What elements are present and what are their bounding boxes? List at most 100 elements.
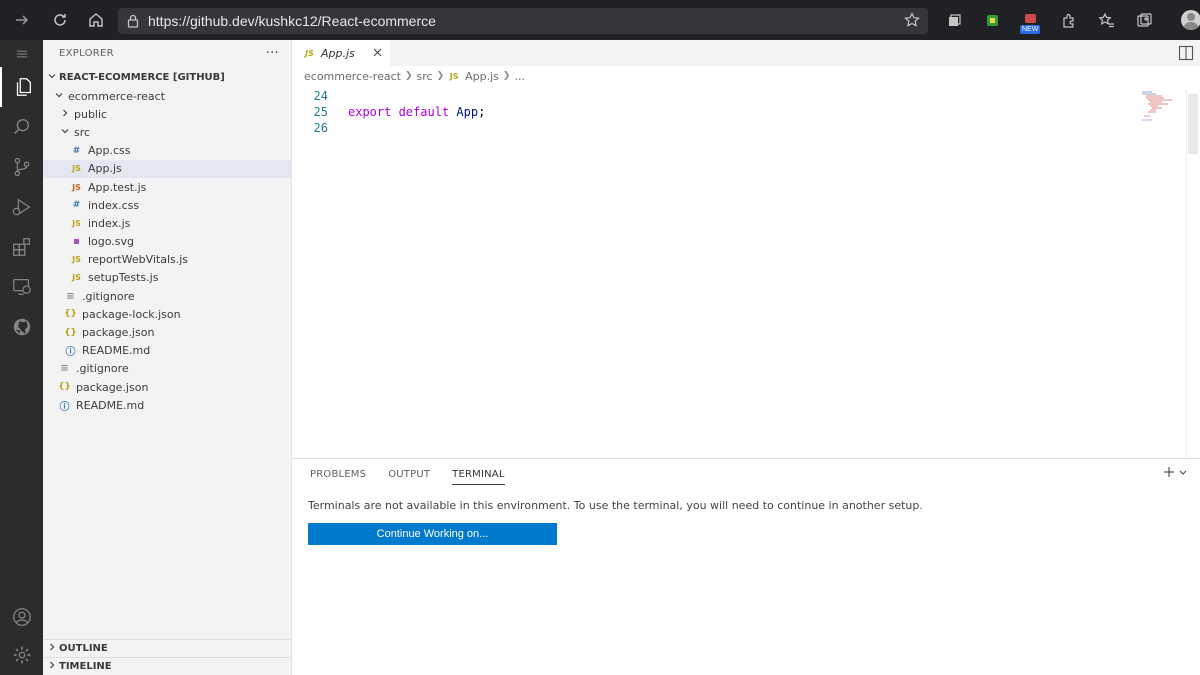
source-control-icon[interactable] [0, 147, 43, 187]
tree-folder[interactable]: src [43, 123, 291, 141]
tree-file[interactable]: {} package.json [43, 323, 291, 341]
more-actions-icon[interactable]: ··· [266, 46, 279, 61]
chevron-down-icon [59, 126, 71, 139]
tree-item-label: ecommerce-react [68, 89, 165, 103]
close-icon[interactable] [373, 46, 382, 60]
tree-item-label: setupTests.js [88, 271, 159, 285]
chevron-down-icon[interactable] [1178, 465, 1188, 483]
remote-explorer-icon[interactable] [0, 267, 43, 307]
info-file-icon: ⓘ [65, 347, 76, 359]
tree-file[interactable]: ≡ .gitignore [43, 360, 291, 378]
breadcrumb-symbols[interactable]: ... [514, 70, 525, 83]
tree-item-label: README.md [76, 398, 145, 412]
line-number: 24 [313, 89, 328, 103]
chevron-down-icon [47, 71, 59, 84]
github-icon[interactable] [0, 307, 43, 347]
collections-add-icon[interactable] [1125, 0, 1163, 40]
svg-file-icon: ▪ [73, 236, 80, 248]
tab-output[interactable]: OUTPUT [388, 469, 430, 480]
tree-file[interactable]: ▪ logo.svg [43, 233, 291, 251]
code-line: 25 export default App; [292, 104, 486, 120]
lock-icon[interactable] [118, 14, 148, 28]
breadcrumb-src[interactable]: src [417, 70, 433, 83]
tree-file[interactable]: # App.css [43, 142, 291, 160]
tree-file[interactable]: ⓘ README.md [43, 396, 291, 414]
tree-item-label: package-lock.json [82, 307, 181, 321]
git-file-icon: ≡ [60, 363, 69, 375]
jsred-file-icon: JS [72, 182, 81, 192]
tree-file[interactable]: JS setupTests.js [43, 269, 291, 287]
repo-section-header[interactable]: REACT-ECOMMERCE [GITHUB] [43, 67, 291, 87]
repo-name: REACT-ECOMMERCE [GITHUB] [59, 71, 225, 83]
tree-file[interactable]: {} package-lock.json [43, 305, 291, 323]
home-icon[interactable] [78, 4, 114, 36]
tree-folder[interactable]: public [43, 105, 291, 123]
new-badge: NEW [1020, 25, 1041, 34]
vertical-scrollbar[interactable] [1186, 90, 1200, 490]
breadcrumb-file[interactable]: App.js [465, 70, 499, 83]
address-bar[interactable]: https://github.dev/kushkc12/React-ecomme… [118, 8, 928, 34]
search-icon[interactable] [0, 107, 43, 147]
tree-file[interactable]: ⓘ README.md [43, 342, 291, 360]
code-line: 26 [292, 120, 348, 136]
extension-green-icon[interactable] [973, 0, 1011, 40]
tab-app-js[interactable]: JS App.js [292, 40, 390, 66]
refresh-icon[interactable] [42, 4, 78, 36]
extension-new-icon[interactable]: NEW [1011, 0, 1049, 40]
chevron-down-icon [53, 90, 65, 103]
tree-file[interactable]: {} package.json [43, 378, 291, 396]
tab-terminal[interactable]: TERMINAL [452, 469, 505, 485]
tree-item-label: index.js [88, 216, 131, 230]
continue-working-button[interactable]: Continue Working on... [308, 523, 557, 545]
minimap[interactable] [1138, 90, 1188, 130]
new-terminal-icon[interactable] [1162, 465, 1176, 483]
js-file-icon: JS [72, 164, 81, 174]
extensions-icon[interactable] [0, 227, 43, 267]
accounts-icon[interactable] [0, 597, 43, 637]
favorites-icon[interactable] [1087, 0, 1125, 40]
git-file-icon: ≡ [66, 290, 75, 302]
tab-label: App.js [321, 46, 355, 60]
chevron-right-icon: ❯ [436, 71, 445, 81]
tree-item-label: public [74, 107, 108, 121]
outline-label: OUTLINE [59, 643, 108, 654]
explorer-icon[interactable] [0, 67, 43, 107]
chevron-right-icon [59, 108, 71, 121]
menu-icon[interactable] [0, 40, 43, 68]
outline-section-header[interactable]: OUTLINE [43, 639, 292, 657]
breadcrumb-folder[interactable]: ecommerce-react [304, 70, 401, 83]
tree-file[interactable]: JS App.test.js [43, 178, 291, 196]
manage-gear-icon[interactable] [0, 635, 43, 675]
avatar[interactable] [1181, 10, 1200, 30]
profile-avatar[interactable] [1163, 0, 1200, 40]
collections-icon[interactable] [935, 0, 973, 40]
tree-folder[interactable]: ecommerce-react [43, 87, 291, 105]
code-editor[interactable]: 24 25 export default App; 26 [292, 86, 1200, 490]
chevron-right-icon: ❯ [404, 71, 413, 81]
js-file-icon: JS [72, 273, 81, 283]
extensions-puzzle-icon[interactable] [1049, 0, 1087, 40]
activity-bar [0, 40, 43, 675]
tree-file[interactable]: ≡ .gitignore [43, 287, 291, 305]
tree-item-label: App.css [88, 144, 131, 158]
tree-file[interactable]: JS reportWebVitals.js [43, 251, 291, 269]
tree-item-label: src [74, 125, 91, 139]
breadcrumb: ecommerce-react ❯ src ❯ JS App.js ❯ ... [292, 66, 1200, 86]
code-keyword: export default [348, 105, 450, 119]
add-favorite-icon[interactable] [904, 12, 920, 31]
timeline-label: TIMELINE [59, 661, 112, 672]
explorer-sidebar: EXPLORER ··· REACT-ECOMMERCE [GITHUB] ec… [43, 40, 292, 675]
run-debug-icon[interactable] [0, 187, 43, 227]
split-editor-icon[interactable] [1178, 45, 1194, 64]
forward-icon[interactable] [4, 4, 40, 36]
tree-file[interactable]: JS index.js [43, 214, 291, 232]
timeline-section-header[interactable]: TIMELINE [43, 657, 292, 675]
tree-item-label: logo.svg [88, 235, 135, 249]
line-number: 25 [313, 105, 328, 119]
url-text[interactable]: https://github.dev/kushkc12/React-ecomme… [148, 13, 436, 29]
line-number: 26 [313, 121, 328, 135]
scrollbar-thumb[interactable] [1188, 94, 1198, 154]
tab-problems[interactable]: PROBLEMS [310, 469, 366, 480]
tree-file[interactable]: # index.css [43, 196, 291, 214]
tree-file[interactable]: JS App.js [43, 159, 291, 178]
